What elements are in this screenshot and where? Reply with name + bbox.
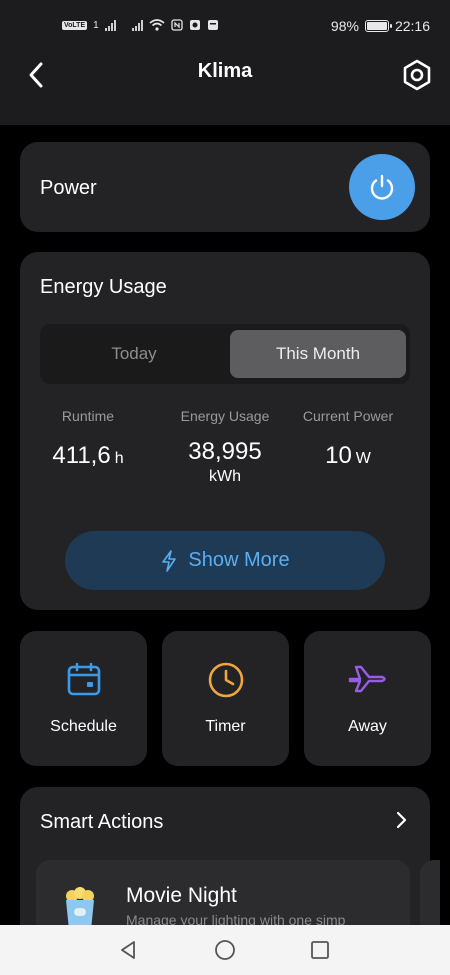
power-unit: W [355,450,371,467]
energy-usage-title: Energy Usage [40,276,167,298]
signal-icon [104,19,116,31]
sim-indicator: 1 [93,19,99,31]
nav-back-icon[interactable] [117,939,139,961]
power-label: Power [40,177,97,199]
timer-tile[interactable]: Timer [162,631,289,766]
energy-unit: kWh [209,468,241,485]
runtime-unit: h [114,450,124,467]
nfc-icon [171,19,183,31]
stat-label: Current Power [302,408,394,424]
signal-icon-2 [131,19,143,31]
tab-today[interactable]: Today [44,330,224,378]
popcorn-icon [66,887,94,930]
stat-value: 411,6 h [23,442,153,470]
energy-usage-card: Energy Usage Today This Month Runtime 41… [20,252,430,610]
stat-value: 10 W [283,442,413,470]
power-icon [370,174,394,200]
energy-value: 38,995 [188,438,262,465]
clock-icon [208,662,243,698]
stat-label: Energy Usage [180,408,270,424]
stat-runtime: Runtime 411,6 h [23,408,153,470]
schedule-tile[interactable]: Schedule [20,631,147,766]
settings-icon[interactable] [400,58,434,92]
show-more-button[interactable]: Show More [65,531,385,590]
stat-energy-usage: Energy Usage 38,995 kWh [160,408,290,486]
airplane-icon [348,665,386,693]
power-value: 10 [325,442,352,469]
app-bar: Klima [0,50,450,125]
lightning-icon [162,549,177,572]
system-nav-bar [0,925,450,975]
calendar-icon [67,662,100,696]
clock: 22:16 [394,18,430,34]
nav-home-icon[interactable] [214,939,236,961]
battery-fill [366,22,387,30]
stat-label: Runtime [61,408,115,424]
away-label: Away [348,718,387,735]
schedule-label: Schedule [50,718,117,735]
page-title: Klima [197,60,253,82]
wifi-icon [149,19,165,31]
battery-icon [364,20,392,32]
status-icons-right: 98% 22:16 [331,18,430,34]
timer-label: Timer [205,718,246,735]
battery-percent: 98% [330,18,359,34]
nav-recents-icon[interactable] [309,939,331,961]
power-button[interactable] [349,154,415,220]
runtime-value: 411,6 [52,442,111,469]
away-tile[interactable]: Away [304,631,431,766]
status-icons-left: VoLTE 1 [62,19,219,31]
chevron-right-icon[interactable] [392,811,410,829]
volte-badge: VoLTE [62,20,88,30]
power-card: Power [20,142,430,232]
message-icon [207,20,218,30]
smart-actions-title: Smart Actions [40,811,164,833]
smart-action-title: Movie Night [126,884,237,907]
tab-this-month[interactable]: This Month [230,330,406,378]
show-more-label: Show More [188,549,290,571]
app-notification-icon [189,20,200,30]
stat-current-power: Current Power 10 W [283,408,413,470]
status-bar: VoLTE 1 98% 22:16 [0,0,450,50]
period-tabs: Today This Month [40,324,410,384]
smart-actions-card: Smart Actions Movie Night Manage your li… [20,787,440,960]
